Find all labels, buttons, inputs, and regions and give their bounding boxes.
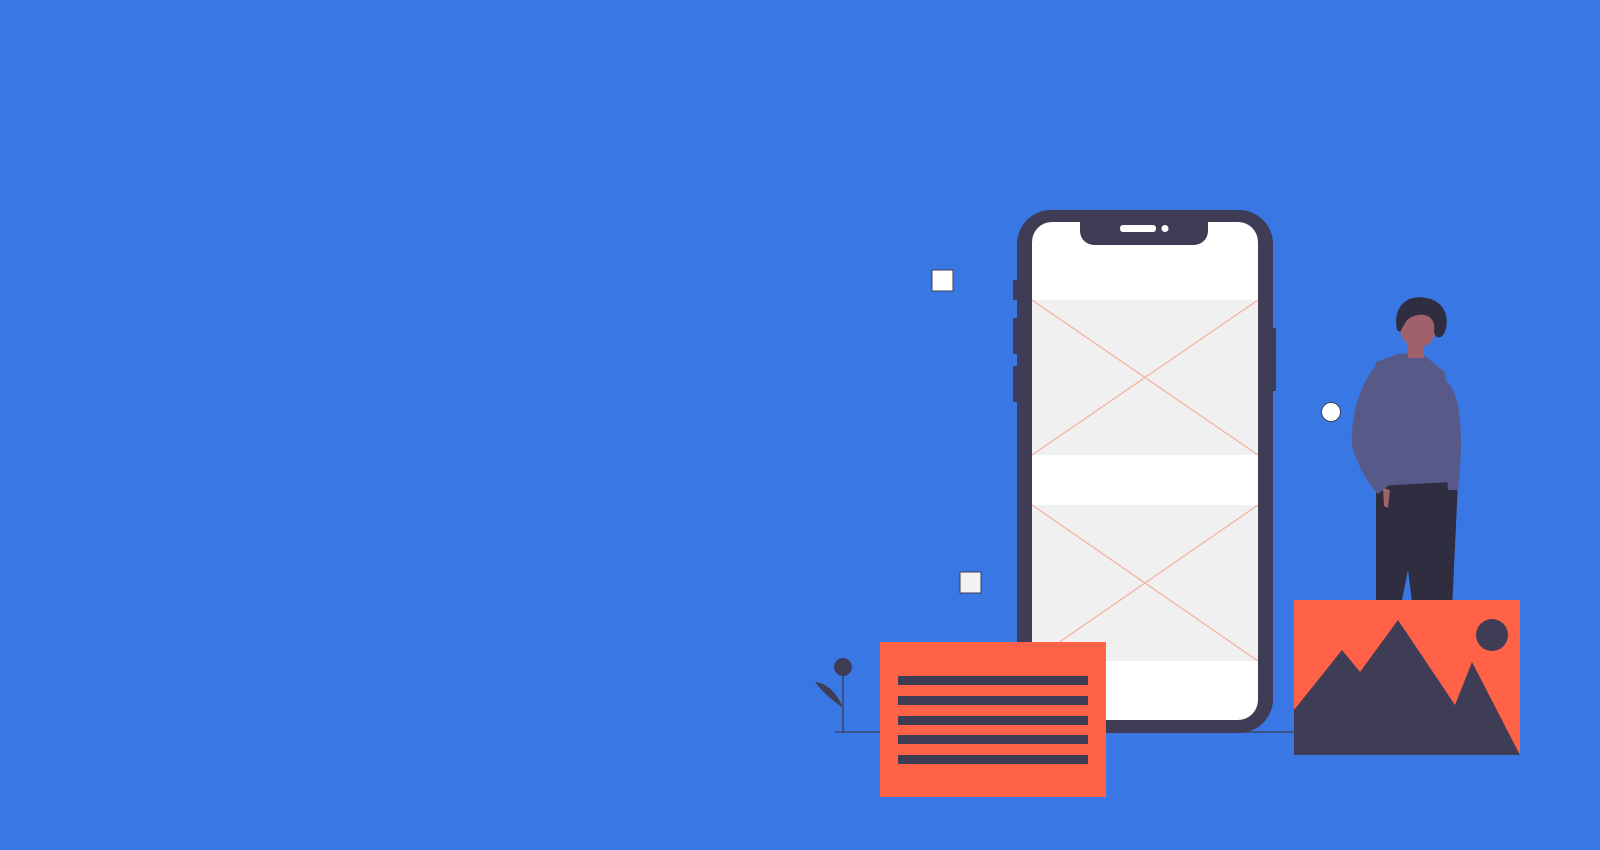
speaker: [1120, 225, 1156, 232]
text-lines-card-icon: [880, 642, 1106, 797]
image-placeholder: [1031, 299, 1259, 456]
plant-icon: [815, 658, 852, 733]
camera: [1161, 225, 1169, 232]
person-illustration: [1351, 297, 1462, 610]
sun-icon: [1476, 619, 1508, 651]
image-mountains-card-icon: [1294, 600, 1520, 755]
hero-illustration: [815, 210, 1520, 797]
image-placeholder: [1031, 504, 1259, 662]
decor-circle: [1321, 402, 1341, 422]
decor-square: [931, 269, 954, 292]
decor-square: [959, 571, 982, 594]
